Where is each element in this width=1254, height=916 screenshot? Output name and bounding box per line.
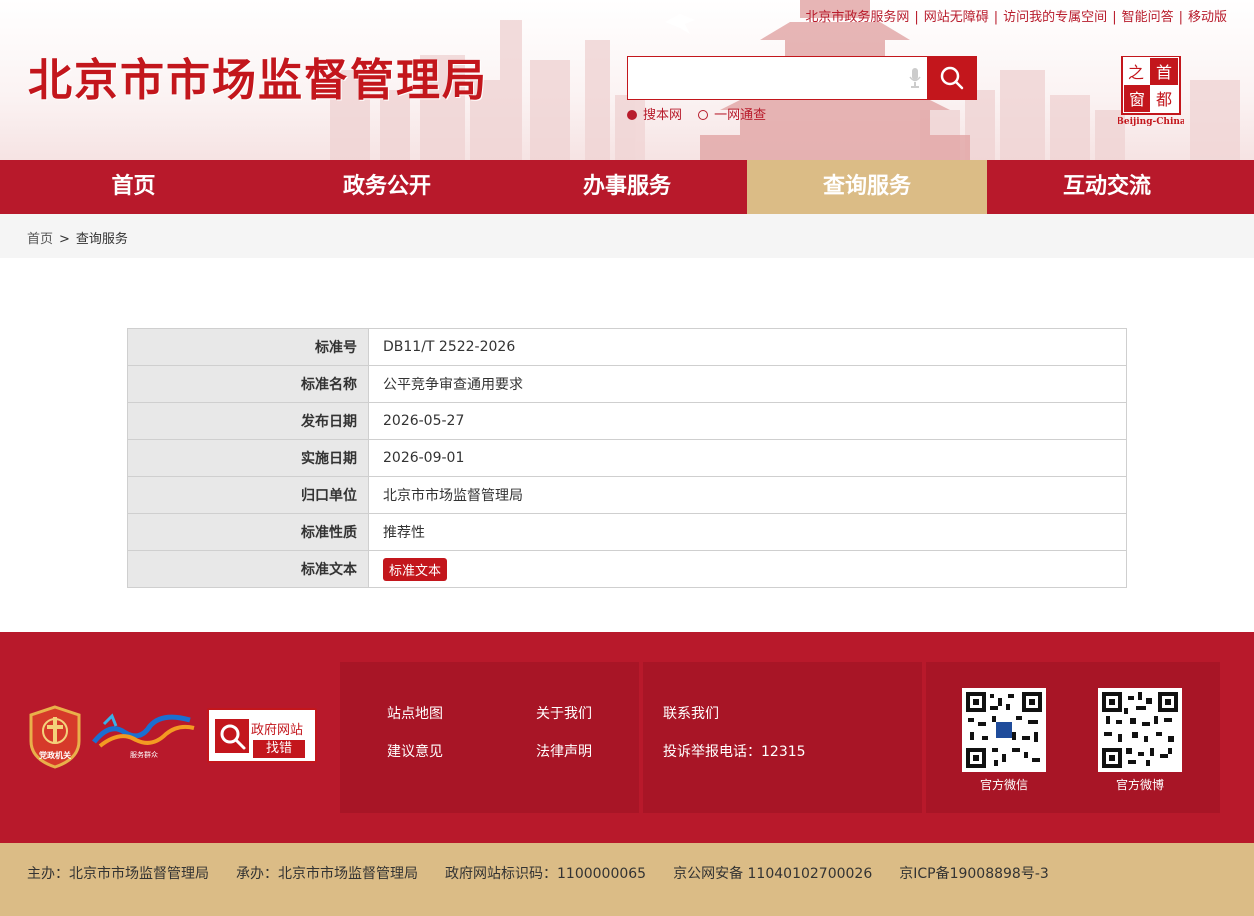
link-contact-us[interactable]: 联系我们 <box>663 703 719 723</box>
wechat-qr-code[interactable] <box>962 688 1046 772</box>
footer-qr-panel: 官方微信 官方微博 <box>926 662 1220 813</box>
table-row: 标准性质 推荐性 <box>127 513 1127 551</box>
search-scope-all-label: 一网通查 <box>714 108 767 123</box>
nav-gov-affairs[interactable]: 政务公开 <box>267 160 507 214</box>
search-input[interactable] <box>627 56 928 100</box>
field-label: 标准号 <box>127 328 369 366</box>
field-value-standard-type: 推荐性 <box>368 513 1127 551</box>
nav-query-services[interactable]: 查询服务 <box>747 160 987 214</box>
capital-window-logo[interactable]: 之 首 窗 都 Beijing-China <box>1118 56 1184 126</box>
search-scope-site[interactable]: 搜本网 <box>627 108 682 123</box>
weibo-qr-code[interactable] <box>1098 688 1182 772</box>
main-nav: 首页 政务公开 办事服务 查询服务 互动交流 <box>0 160 1254 214</box>
radio-selected-icon <box>627 110 637 120</box>
field-value-publish-date: 2026-05-27 <box>368 402 1127 440</box>
link-smart-qa[interactable]: 智能问答 <box>1122 10 1174 25</box>
link-mobile-version[interactable]: 移动版 <box>1188 10 1227 25</box>
logo-subtitle: Beijing-China <box>1118 117 1184 126</box>
table-row: 标准名称 公平竞争审查通用要求 <box>127 365 1127 403</box>
footer-contact-panel: 联系我们 投诉举报电话：12315 <box>643 662 922 813</box>
footer-links-panel: 站点地图 关于我们 建议意见 法律声明 <box>340 662 639 813</box>
link-accessibility[interactable]: 网站无障碍 <box>924 10 989 25</box>
table-row: 实施日期 2026-09-01 <box>127 439 1127 477</box>
gov-site-find-errors-button[interactable]: 政府网站 找错 <box>207 708 317 763</box>
field-label: 标准性质 <box>127 513 369 551</box>
breadcrumb-separator: > <box>59 232 70 247</box>
field-value-standard-text: 标准文本 <box>368 550 1127 588</box>
complaint-hotline: 投诉举报电话：12315 <box>663 744 806 760</box>
logo-char-chuang: 窗 <box>1129 90 1145 109</box>
link-about-us[interactable]: 关于我们 <box>536 703 592 723</box>
footer-info-text: 主办：北京市市场监督管理局 承办：北京市市场监督管理局 政府网站标识码：110000… <box>27 863 1076 883</box>
microphone-icon[interactable] <box>909 68 921 88</box>
organizer: 承办：北京市市场监督管理局 <box>236 866 418 882</box>
party-gov-badge[interactable]: 党政机关 <box>29 705 81 769</box>
link-suggestions[interactable]: 建议意见 <box>387 741 443 761</box>
footer-info-bar: 主办：北京市市场监督管理局 承办：北京市市场监督管理局 政府网站标识码：110000… <box>0 843 1254 916</box>
site-footer: 党政机关 服务群众 政府网站 找错 站点地图 关于我们 建议意见 法律声明 联系… <box>0 632 1254 843</box>
field-label: 标准名称 <box>127 365 369 403</box>
field-label: 发布日期 <box>127 402 369 440</box>
table-row: 标准号 DB11/T 2522-2026 <box>127 328 1127 366</box>
site-identifier: 政府网站标识码：1100000065 <box>445 866 647 882</box>
logo-char-zhi: 之 <box>1128 63 1144 82</box>
table-row: 标准文本 标准文本 <box>127 550 1127 588</box>
nav-services[interactable]: 办事服务 <box>507 160 747 214</box>
nav-home[interactable]: 首页 <box>0 160 267 214</box>
qr-code-icon <box>966 692 1042 768</box>
search-scope-options: 搜本网 一网通查 <box>627 104 778 123</box>
icp-record[interactable]: 京ICP备19008898号-3 <box>899 866 1049 882</box>
site-title: 北京市市场监督管理局 <box>28 55 488 106</box>
link-my-space[interactable]: 访问我的专属空间 <box>1003 10 1107 25</box>
service-brand-caption: 服务群众 <box>130 751 158 759</box>
breadcrumb-bar: 首页 > 查询服务 <box>0 214 1254 258</box>
search-scope-site-label: 搜本网 <box>643 108 683 123</box>
top-links: 北京市政务服务网 | 网站无障碍 | 访问我的专属空间 | 智能问答 | 移动版 <box>805 10 1227 25</box>
field-value-responsible-unit: 北京市市场监督管理局 <box>368 476 1127 514</box>
field-label: 归口单位 <box>127 476 369 514</box>
field-label: 标准文本 <box>127 550 369 588</box>
host-organization: 主办：北京市市场监督管理局 <box>27 866 209 882</box>
search-text-field[interactable] <box>628 57 888 97</box>
search-scope-all[interactable]: 一网通查 <box>698 108 766 123</box>
link-site-map[interactable]: 站点地图 <box>387 703 443 723</box>
qr-code-icon <box>1102 692 1178 768</box>
field-value-standard-number: DB11/T 2522-2026 <box>368 328 1127 366</box>
nav-interaction[interactable]: 互动交流 <box>987 160 1227 214</box>
find-errors-line2: 找错 <box>253 740 306 758</box>
logo-char-shou: 首 <box>1156 63 1172 82</box>
field-label: 实施日期 <box>127 439 369 477</box>
party-gov-label: 党政机关 <box>39 751 71 760</box>
search-icon <box>940 66 964 90</box>
logo-char-du: 都 <box>1156 90 1172 109</box>
breadcrumb-home[interactable]: 首页 <box>27 232 53 247</box>
standard-detail-table: 标准号 DB11/T 2522-2026 标准名称 公平竞争审查通用要求 发布日… <box>127 328 1127 588</box>
field-value-effective-date: 2026-09-01 <box>368 439 1127 477</box>
wechat-qr-caption: 官方微信 <box>979 778 1028 792</box>
search-button[interactable] <box>927 56 977 100</box>
weibo-qr-caption: 官方微博 <box>1115 778 1164 792</box>
breadcrumb-current: 查询服务 <box>75 232 128 247</box>
link-gov-service-network[interactable]: 北京市政务服务网 <box>805 10 909 25</box>
table-row: 归口单位 北京市市场监督管理局 <box>127 476 1127 514</box>
table-row: 发布日期 2026-05-27 <box>127 402 1127 440</box>
field-value-standard-name: 公平竞争审查通用要求 <box>368 365 1127 403</box>
police-record[interactable]: 京公网安备 11040102700026 <box>673 866 872 882</box>
standard-text-button[interactable]: 标准文本 <box>383 557 448 581</box>
magnifier-icon <box>215 719 249 753</box>
breadcrumb: 首页 > 查询服务 <box>27 228 128 247</box>
site-header: 北京市政务服务网 | 网站无障碍 | 访问我的专属空间 | 智能问答 | 移动版 北京市市场监督… <box>0 0 1254 160</box>
service-brand-logo[interactable]: 服务群众 <box>90 712 198 760</box>
find-errors-line1: 政府网站 <box>251 723 304 738</box>
service-brand-icon <box>92 713 195 748</box>
link-legal-notice[interactable]: 法律声明 <box>536 741 592 761</box>
radio-unselected-icon <box>698 110 709 120</box>
